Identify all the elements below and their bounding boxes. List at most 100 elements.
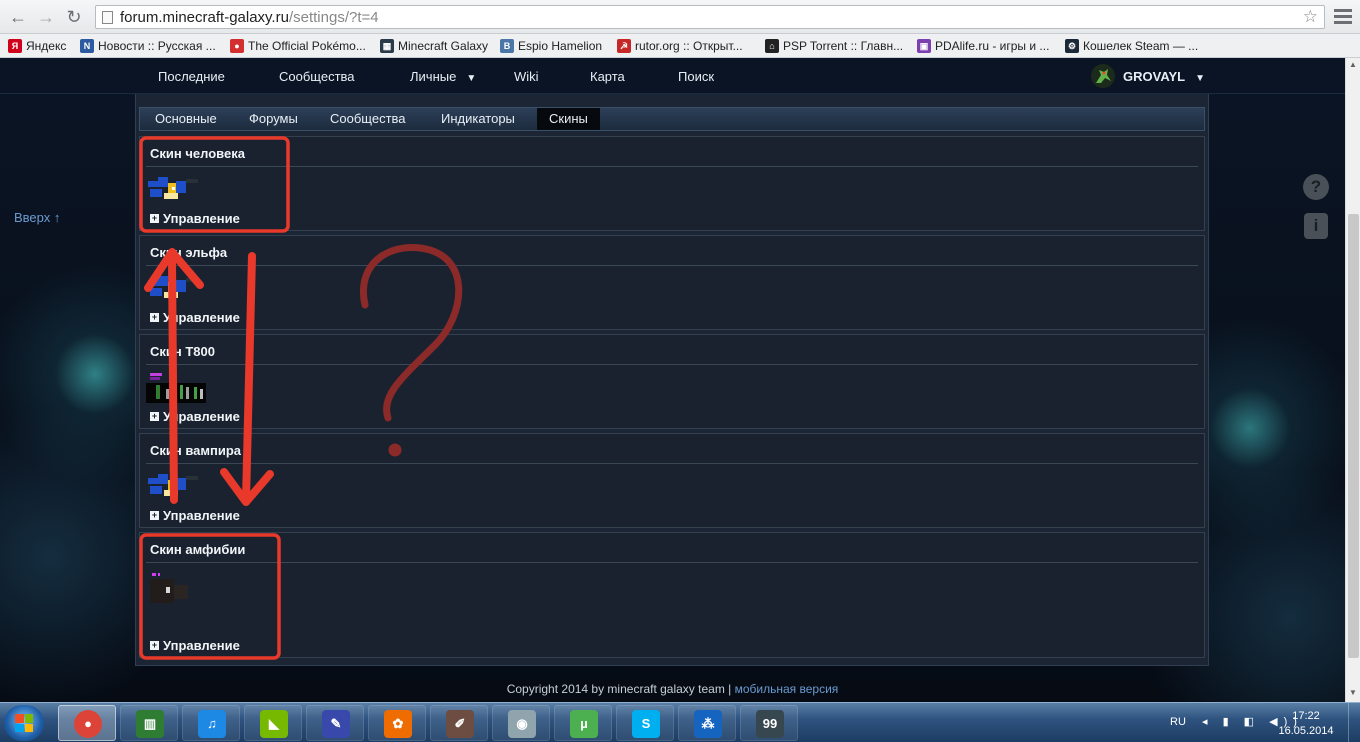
- nav-recent[interactable]: Последние: [158, 69, 225, 84]
- user-menu[interactable]: GROVAYL ▼: [1123, 69, 1205, 84]
- address-bar[interactable]: forum.minecraft-galaxy.ru/settings/?t=4 …: [95, 5, 1325, 29]
- bookmark-label: The Official Pokémo...: [248, 39, 366, 53]
- browser-menu-icon[interactable]: [1334, 9, 1352, 25]
- pdalife-icon: ▣: [917, 39, 931, 53]
- windows-logo-icon: [15, 714, 33, 732]
- page-footer: Copyright 2014 by minecraft galaxy team …: [0, 682, 1345, 696]
- bookmark-star-icon[interactable]: ☆: [1303, 7, 1318, 27]
- tab-communities[interactable]: Сообщества: [318, 108, 418, 130]
- taskbar-app-system-monitor[interactable]: ▥: [120, 705, 178, 741]
- url-text: forum.minecraft-galaxy.ru/settings/?t=4: [120, 9, 379, 26]
- taskbar-app-camera[interactable]: ◉: [492, 705, 550, 741]
- manage-toggle[interactable]: + Управление: [150, 638, 240, 653]
- tab-general[interactable]: Основные: [143, 108, 229, 130]
- section-title: Скин эльфа: [150, 245, 228, 260]
- taskbar-app-editor[interactable]: ✎: [306, 705, 364, 741]
- vk-icon: B: [500, 39, 514, 53]
- scroll-thumb[interactable]: [1348, 214, 1359, 658]
- bookmark-label: Яндекс: [26, 39, 67, 53]
- bookmark-label: PSP Torrent :: Главн...: [783, 39, 904, 53]
- scroll-up-icon[interactable]: ▲: [1349, 60, 1357, 69]
- user-avatar[interactable]: [1090, 63, 1116, 89]
- back-arrow-icon[interactable]: ←: [8, 7, 28, 27]
- plus-icon: +: [150, 411, 159, 421]
- language-indicator[interactable]: RU: [1170, 716, 1186, 728]
- help-icon[interactable]: ?: [1303, 174, 1329, 200]
- section-title: Скин амфибии: [150, 542, 246, 557]
- pokeball-icon: ●: [230, 39, 244, 53]
- bookmark-label: Espio Hamelion: [518, 39, 603, 53]
- back-to-top-link[interactable]: Вверх ↑: [14, 210, 60, 225]
- bookmark-item[interactable]: Я Яндекс: [8, 38, 66, 54]
- taskbar-app-paint[interactable]: ✿: [368, 705, 426, 741]
- bookmark-item[interactable]: ⚙ Кошелек Steam — ...: [1065, 38, 1198, 54]
- browser-toolbar: ← → ↻ forum.minecraft-galaxy.ru/settings…: [0, 0, 1360, 34]
- tab-forums[interactable]: Форумы: [237, 108, 310, 130]
- paint-icon: ✿: [384, 710, 412, 738]
- taskbar-app-utorrent[interactable]: µ: [554, 705, 612, 741]
- nav-communities[interactable]: Сообщества: [279, 69, 355, 84]
- manage-toggle[interactable]: + Управление: [150, 310, 240, 325]
- reload-icon[interactable]: ↻: [64, 7, 84, 27]
- skin-preview: [146, 373, 206, 403]
- show-desktop-button[interactable]: [1348, 703, 1360, 742]
- system-clock[interactable]: 17:22 16.05.2014: [1274, 709, 1338, 739]
- bookmark-item[interactable]: ▦ Minecraft Galaxy: [380, 38, 488, 54]
- taskbar-app-network[interactable]: ⁂: [678, 705, 736, 741]
- plus-icon: +: [150, 312, 159, 322]
- bookmarks-bar: Я Яндекс N Новости :: Русская ... ● The Offic…: [0, 34, 1360, 58]
- utorrent-icon: µ: [570, 710, 598, 738]
- tab-indicators[interactable]: Индикаторы: [429, 108, 527, 130]
- start-button[interactable]: [4, 705, 44, 741]
- manage-toggle[interactable]: + Управление: [150, 211, 240, 226]
- skin-section-vampire: Скин вампира + Управление: [139, 433, 1205, 528]
- nvidia-icon: ◣: [260, 710, 288, 738]
- taskbar-app-skype[interactable]: S: [616, 705, 674, 741]
- bookmark-item[interactable]: B Espio Hamelion: [500, 38, 602, 54]
- clock-time: 17:22: [1292, 710, 1320, 722]
- taskbar-app-pencils[interactable]: ✐: [430, 705, 488, 741]
- bookmark-label: PDAlife.ru - игры и ...: [935, 39, 1050, 53]
- bookmark-label: Кошелек Steam — ...: [1083, 39, 1199, 53]
- bookmark-item[interactable]: ⌂ PSP Torrent :: Главн...: [765, 38, 903, 54]
- chevron-down-icon: ▼: [466, 73, 477, 84]
- taskbar-app-score-app[interactable]: 99: [740, 705, 798, 741]
- plus-icon: +: [150, 213, 159, 223]
- nav-map[interactable]: Карта: [590, 69, 625, 84]
- page-scrollbar[interactable]: ▲ ▼: [1345, 58, 1360, 702]
- manage-toggle[interactable]: + Управление: [150, 508, 240, 523]
- skin-preview: [148, 177, 198, 199]
- bookmark-item[interactable]: N Новости :: Русская ...: [80, 38, 216, 54]
- site-navigation: Последние Сообщества Личные ▼ Wiki Карта …: [0, 58, 1345, 94]
- creeper-icon: ▦: [380, 39, 394, 53]
- steam-icon: ⚙: [1065, 39, 1079, 53]
- mobile-version-link[interactable]: мобильная версия: [735, 682, 839, 696]
- scroll-down-icon[interactable]: ▼: [1349, 688, 1357, 697]
- skin-preview: [148, 276, 198, 298]
- tab-skins[interactable]: Скины: [537, 108, 600, 130]
- skin-section-elf: Скин эльфа + Управление: [139, 235, 1205, 330]
- skin-preview: [148, 474, 198, 496]
- bookmark-item[interactable]: ▣ PDAlife.ru - игры и ...: [917, 38, 1049, 54]
- forward-arrow-icon[interactable]: →: [36, 7, 56, 27]
- skin-preview: [150, 573, 188, 603]
- windows-taskbar: ● ▥ ♫ ◣ ✎ ✿ ✐ ◉ µ S ⁂ 99 RU ◂ ▮ ◧ ◀)) 17:22 16.05.2…: [0, 702, 1360, 742]
- skin-section-human: Скин человека + Управление: [139, 136, 1205, 231]
- nav-search[interactable]: Поиск: [678, 69, 714, 84]
- settings-tabs: Основные Форумы Сообщества Индикаторы Ск…: [139, 107, 1205, 131]
- nav-personal[interactable]: Личные ▼: [410, 69, 476, 84]
- news-icon: N: [80, 39, 94, 53]
- pencils-icon: ✐: [446, 710, 474, 738]
- bookmark-item[interactable]: ● The Official Pokémo...: [230, 38, 366, 54]
- bookmark-label: rutor.org :: Открыт...: [635, 39, 743, 53]
- manage-toggle[interactable]: + Управление: [150, 409, 240, 424]
- score-app-icon: 99: [756, 710, 784, 738]
- info-icon[interactable]: i: [1304, 213, 1328, 239]
- taskbar-app-music-app[interactable]: ♫: [182, 705, 240, 741]
- nav-wiki[interactable]: Wiki: [514, 69, 539, 84]
- bookmark-item[interactable]: ☭ rutor.org :: Открыт...: [617, 38, 743, 54]
- taskbar-app-nvidia[interactable]: ◣: [244, 705, 302, 741]
- clock-date: 16.05.2014: [1278, 725, 1334, 737]
- copyright-text: Copyright 2014 by minecraft galaxy team …: [506, 682, 732, 696]
- taskbar-app-chrome[interactable]: ●: [58, 705, 116, 741]
